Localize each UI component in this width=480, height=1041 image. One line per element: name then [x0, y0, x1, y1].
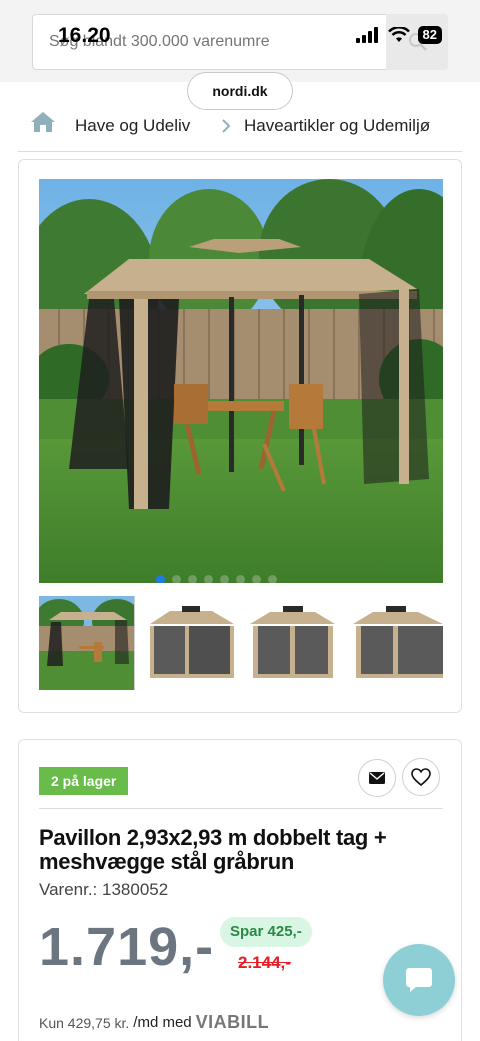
- signal-icon: [355, 27, 378, 43]
- pagination-dot-active[interactable]: [156, 575, 165, 583]
- wishlist-button[interactable]: [402, 758, 440, 796]
- thumbnail-gazebo-front: [245, 596, 340, 690]
- thumbnail-3[interactable]: [245, 596, 340, 690]
- chat-icon: [406, 968, 432, 992]
- email-product-button[interactable]: [358, 759, 396, 797]
- old-price: 2.144,-: [238, 953, 291, 972]
- product-sku: Varenr.: 1380052: [39, 880, 168, 900]
- image-pagination-dots: [156, 575, 277, 583]
- url-bar[interactable]: nordi.dk: [187, 72, 293, 110]
- thumbnail-2[interactable]: [142, 596, 237, 690]
- status-clock: 16.20: [58, 24, 111, 47]
- home-icon[interactable]: [30, 110, 56, 134]
- breadcrumb-divider: [18, 151, 462, 152]
- stock-badge: 2 på lager: [39, 767, 129, 795]
- product-divider: [39, 808, 443, 809]
- chevron-right-icon: [222, 119, 231, 133]
- thumbnail-strip: [39, 596, 443, 690]
- product-title: Pavillon 2,93x2,93 m dobbelt tag + meshv…: [39, 825, 387, 874]
- sku-value: 1380052: [102, 880, 169, 899]
- pagination-dot[interactable]: [268, 575, 277, 583]
- heart-icon: [411, 768, 431, 786]
- viabill-logo: VIABILL: [195, 1012, 270, 1032]
- product-gallery: [18, 159, 462, 713]
- status-icons: 82: [355, 26, 442, 44]
- wifi-icon: [387, 27, 410, 42]
- installment-period: /md med: [133, 1014, 192, 1031]
- pagination-dot[interactable]: [220, 575, 229, 583]
- breadcrumb-item-haveartikler[interactable]: Haveartikler og Udemiljø: [244, 116, 430, 136]
- thumbnail-4[interactable]: [348, 596, 443, 690]
- thumbnail-gazebo-side: [348, 596, 443, 690]
- pagination-dot[interactable]: [188, 575, 197, 583]
- main-product-image[interactable]: [39, 179, 443, 583]
- pagination-dot[interactable]: [204, 575, 213, 583]
- installment-info[interactable]: Kun 429,75 kr. /md med VIABILL: [39, 1012, 269, 1033]
- gazebo-garden-photo: [39, 179, 443, 583]
- installment-amount: Kun 429,75 kr.: [39, 1014, 130, 1031]
- battery-indicator: 82: [417, 26, 442, 44]
- thumbnail-garden-image: [39, 596, 134, 690]
- pagination-dot[interactable]: [236, 575, 245, 583]
- thumbnail-1[interactable]: [39, 596, 135, 690]
- breadcrumb-item-have-og-udeliv[interactable]: Have og Udeliv: [75, 116, 190, 136]
- thumbnail-gazebo-angle: [142, 596, 237, 690]
- pagination-dot[interactable]: [252, 575, 261, 583]
- chat-button[interactable]: [383, 944, 455, 1016]
- product-price: 1.719,-: [39, 917, 215, 977]
- envelope-icon: [369, 772, 385, 784]
- top-bar: 16.20 82: [0, 0, 480, 82]
- savings-badge: Spar 425,-: [220, 917, 312, 947]
- sku-label: Varenr.:: [39, 880, 98, 899]
- pagination-dot[interactable]: [172, 575, 181, 583]
- breadcrumb: Have og Udeliv Haveartikler og Udemiljø: [0, 108, 480, 150]
